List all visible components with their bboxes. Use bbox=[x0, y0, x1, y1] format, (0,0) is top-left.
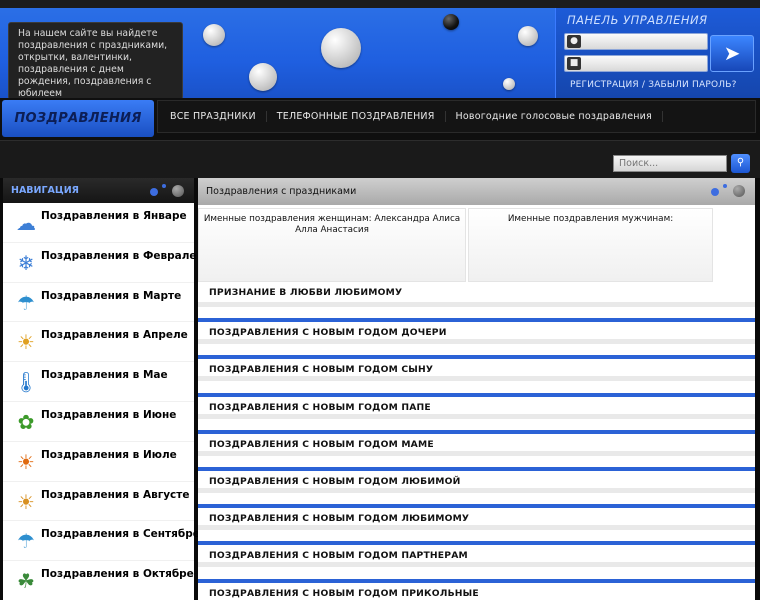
post-item[interactable]: ПОЗДРАВЛЕНИЯ С НОВЫМ ГОДОМ ДОЧЕРИ bbox=[198, 322, 755, 360]
search-input[interactable] bbox=[613, 155, 727, 172]
decor-bubble bbox=[518, 26, 538, 46]
password-input[interactable] bbox=[585, 57, 703, 70]
decor-dots bbox=[711, 184, 749, 198]
search-bar: ⚲ bbox=[0, 140, 760, 178]
post-item[interactable]: ПОЗДРАВЛЕНИЯ С НОВЫМ ГОДОМ ПАРТНЕРАМ bbox=[198, 545, 755, 583]
search-button[interactable]: ⚲ bbox=[731, 154, 750, 173]
user-icon: ● bbox=[567, 35, 581, 48]
decor-bubble bbox=[443, 14, 459, 30]
post-item[interactable]: ПОЗДРАВЛЕНИЯ С НОВЫМ ГОДОМ МАМЕ bbox=[198, 433, 755, 471]
main-title: Поздравления с праздниками bbox=[206, 186, 357, 197]
post-item[interactable]: ПОЗДРАВЛЕНИЯ С НОВЫМ ГОДОМ ПАПЕ bbox=[198, 396, 755, 434]
grass-icon: ✿ bbox=[17, 409, 35, 434]
menu-all-holidays[interactable]: ВСЕ ПРАЗДНИКИ bbox=[160, 111, 267, 122]
site-logo[interactable]: ПОЗДРАВЛЕНИЯ bbox=[2, 100, 154, 137]
post-list: ПРИЗНАНИЕ В ЛЮБВИ ЛЮБИМОМУ ПОЗДРАВЛЕНИЯ … bbox=[198, 285, 755, 600]
sidebar-item-february[interactable]: ❄ Поздравления в Феврале bbox=[3, 243, 197, 283]
sidebar-header: НАВИГАЦИЯ bbox=[3, 178, 194, 203]
post-item[interactable]: ПРИЗНАНИЕ В ЛЮБВИ ЛЮБИМОМУ bbox=[198, 285, 755, 323]
password-field[interactable]: ■ bbox=[564, 55, 708, 72]
tree-icon: ☘ bbox=[17, 569, 35, 594]
nav-bar: ПОЗДРАВЛЕНИЯ ВСЕ ПРАЗДНИКИ ТЕЛЕФОННЫЕ ПО… bbox=[0, 98, 760, 140]
top-strip bbox=[0, 0, 760, 8]
decor-dots bbox=[150, 184, 188, 198]
sidebar-item-august[interactable]: ☀ Поздравления в Августе bbox=[3, 482, 194, 522]
decor-bubble bbox=[321, 28, 361, 68]
sidebar-item-may[interactable]: 🌡 Поздравления в Мае bbox=[3, 362, 194, 402]
login-button[interactable]: ➤ bbox=[710, 35, 754, 72]
rain-cloud-icon: ☂ bbox=[17, 529, 35, 554]
sidebar-item-june[interactable]: ✿ Поздравления в Июне bbox=[3, 402, 194, 442]
post-item[interactable]: ПОЗДРАВЛЕНИЯ С НОВЫМ ГОДОМ ЛЮБИМОМУ bbox=[198, 508, 755, 546]
register-forgot-link[interactable]: РЕГИСТРАЦИЯ / ЗАБЫЛИ ПАРОЛЬ? bbox=[570, 80, 737, 90]
rain-cloud-icon: ☂ bbox=[17, 290, 35, 315]
sidebar-item-october[interactable]: ☘ Поздравления в Октябре bbox=[3, 561, 194, 600]
sidebar-list: ☁ Поздравления в Январе ❄ Поздравления в Ф… bbox=[3, 203, 200, 600]
arrow-right-icon: ➤ bbox=[723, 41, 741, 65]
sidebar-item-march[interactable]: ☂ Поздравления в Марте bbox=[3, 283, 194, 323]
menu-voice-greetings[interactable]: Новогодние голосовые поздравления bbox=[446, 111, 663, 122]
sun-icon: ☀ bbox=[17, 449, 35, 474]
sidebar-item-january[interactable]: ☁ Поздравления в Январе bbox=[3, 203, 194, 243]
decor-bubble bbox=[203, 24, 225, 46]
decor-bubble bbox=[503, 78, 515, 90]
post-item[interactable]: ПОЗДРАВЛЕНИЯ С НОВЫМ ГОДОМ СЫНУ bbox=[198, 359, 755, 397]
panel-title: ПАНЕЛЬ УПРАВЛЕНИЯ bbox=[567, 13, 708, 27]
post-item[interactable]: ПОЗДРАВЛЕНИЯ С НОВЫМ ГОДОМ ЛЮБИМОЙ bbox=[198, 470, 755, 509]
sidebar-item-july[interactable]: ☀ Поздравления в Июле bbox=[3, 442, 194, 482]
thermometer-icon: 🌡 bbox=[13, 370, 39, 395]
sun-icon: ☀ bbox=[17, 489, 35, 514]
sidebar-item-september[interactable]: ☂ Поздравления в Сентябре bbox=[3, 521, 200, 562]
site-intro: На нашем сайте вы найдете поздравления с… bbox=[8, 22, 183, 100]
names-section: Именные поздравления женщинам: Александр… bbox=[198, 205, 755, 285]
main-content: Поздравления с праздниками Именные поздр… bbox=[198, 178, 755, 600]
snow-cloud-icon: ❄ bbox=[17, 250, 35, 275]
search-icon: ⚲ bbox=[736, 157, 745, 168]
sidebar: НАВИГАЦИЯ ☁ Поздравления в Январе ❄ Поздра… bbox=[3, 178, 200, 600]
women-names-box[interactable]: Именные поздравления женщинам: Александр… bbox=[198, 208, 466, 282]
men-names-box[interactable]: Именные поздравления мужчинам: bbox=[468, 208, 713, 282]
decor-bubble bbox=[249, 63, 277, 91]
snow-cloud-icon: ☁ bbox=[16, 211, 36, 235]
menu-phone-greetings[interactable]: ТЕЛЕФОННЫЕ ПОЗДРАВЛЕНИЯ bbox=[267, 111, 446, 122]
control-panel: ПАНЕЛЬ УПРАВЛЕНИЯ ● ■ ➤ РЕГИСТРАЦИЯ / ЗА… bbox=[555, 8, 760, 98]
lock-icon: ■ bbox=[567, 57, 581, 70]
main-menu: ВСЕ ПРАЗДНИКИ ТЕЛЕФОННЫЕ ПОЗДРАВЛЕНИЯ Но… bbox=[157, 100, 756, 133]
post-item[interactable]: ПОЗДРАВЛЕНИЯ С НОВЫМ ГОДОМ ПРИКОЛЬНЫЕ bbox=[198, 582, 755, 600]
main-header: Поздравления с праздниками bbox=[198, 178, 755, 205]
sidebar-title: НАВИГАЦИЯ bbox=[11, 185, 79, 196]
sidebar-item-april[interactable]: ☀ Поздравления в Апреле bbox=[3, 322, 194, 363]
rainbow-icon: ☀ bbox=[17, 330, 35, 355]
login-field[interactable]: ● bbox=[564, 33, 708, 50]
login-input[interactable] bbox=[585, 35, 703, 48]
